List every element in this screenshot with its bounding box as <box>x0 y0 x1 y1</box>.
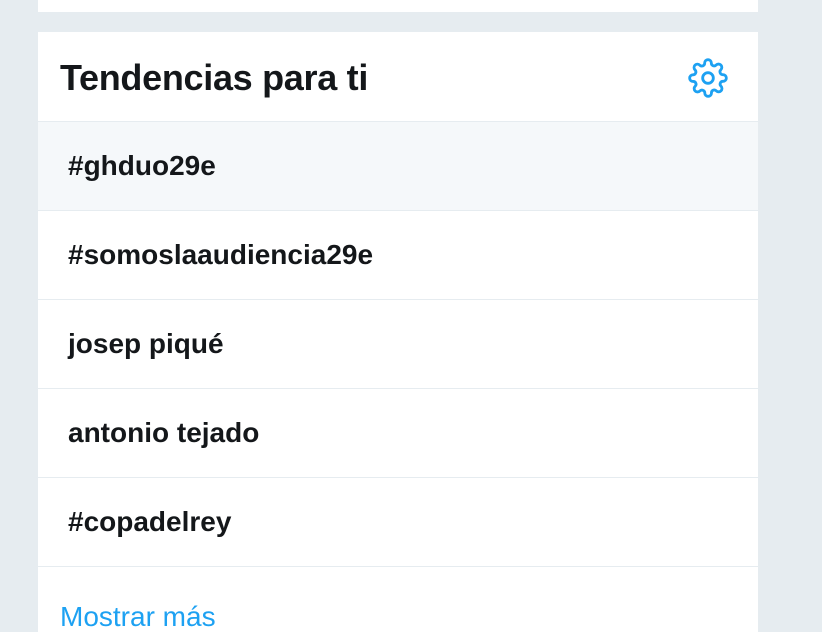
trend-item[interactable]: #ghduo29e <box>38 122 758 211</box>
trend-label: #copadelrey <box>68 506 232 537</box>
trends-header: Tendencias para ti <box>38 32 758 122</box>
trend-label: antonio tejado <box>68 417 260 448</box>
trend-label: josep piqué <box>68 328 224 359</box>
trend-item[interactable]: #copadelrey <box>38 478 758 567</box>
show-more-label: Mostrar más <box>60 601 216 632</box>
trend-item[interactable]: josep piqué <box>38 300 758 389</box>
show-more-link[interactable]: Mostrar más <box>38 567 758 632</box>
trend-item[interactable]: #somoslaaudiencia29e <box>38 211 758 300</box>
trends-title: Tendencias para ti <box>60 57 369 98</box>
gear-icon <box>688 58 728 98</box>
trend-label: #ghduo29e <box>68 150 216 181</box>
trends-panel: Tendencias para ti #ghduo29e #somoslaaud… <box>38 32 758 632</box>
trend-item[interactable]: antonio tejado <box>38 389 758 478</box>
previous-card <box>38 0 758 12</box>
trend-label: #somoslaaudiencia29e <box>68 239 374 270</box>
trends-settings-button[interactable] <box>686 56 730 100</box>
